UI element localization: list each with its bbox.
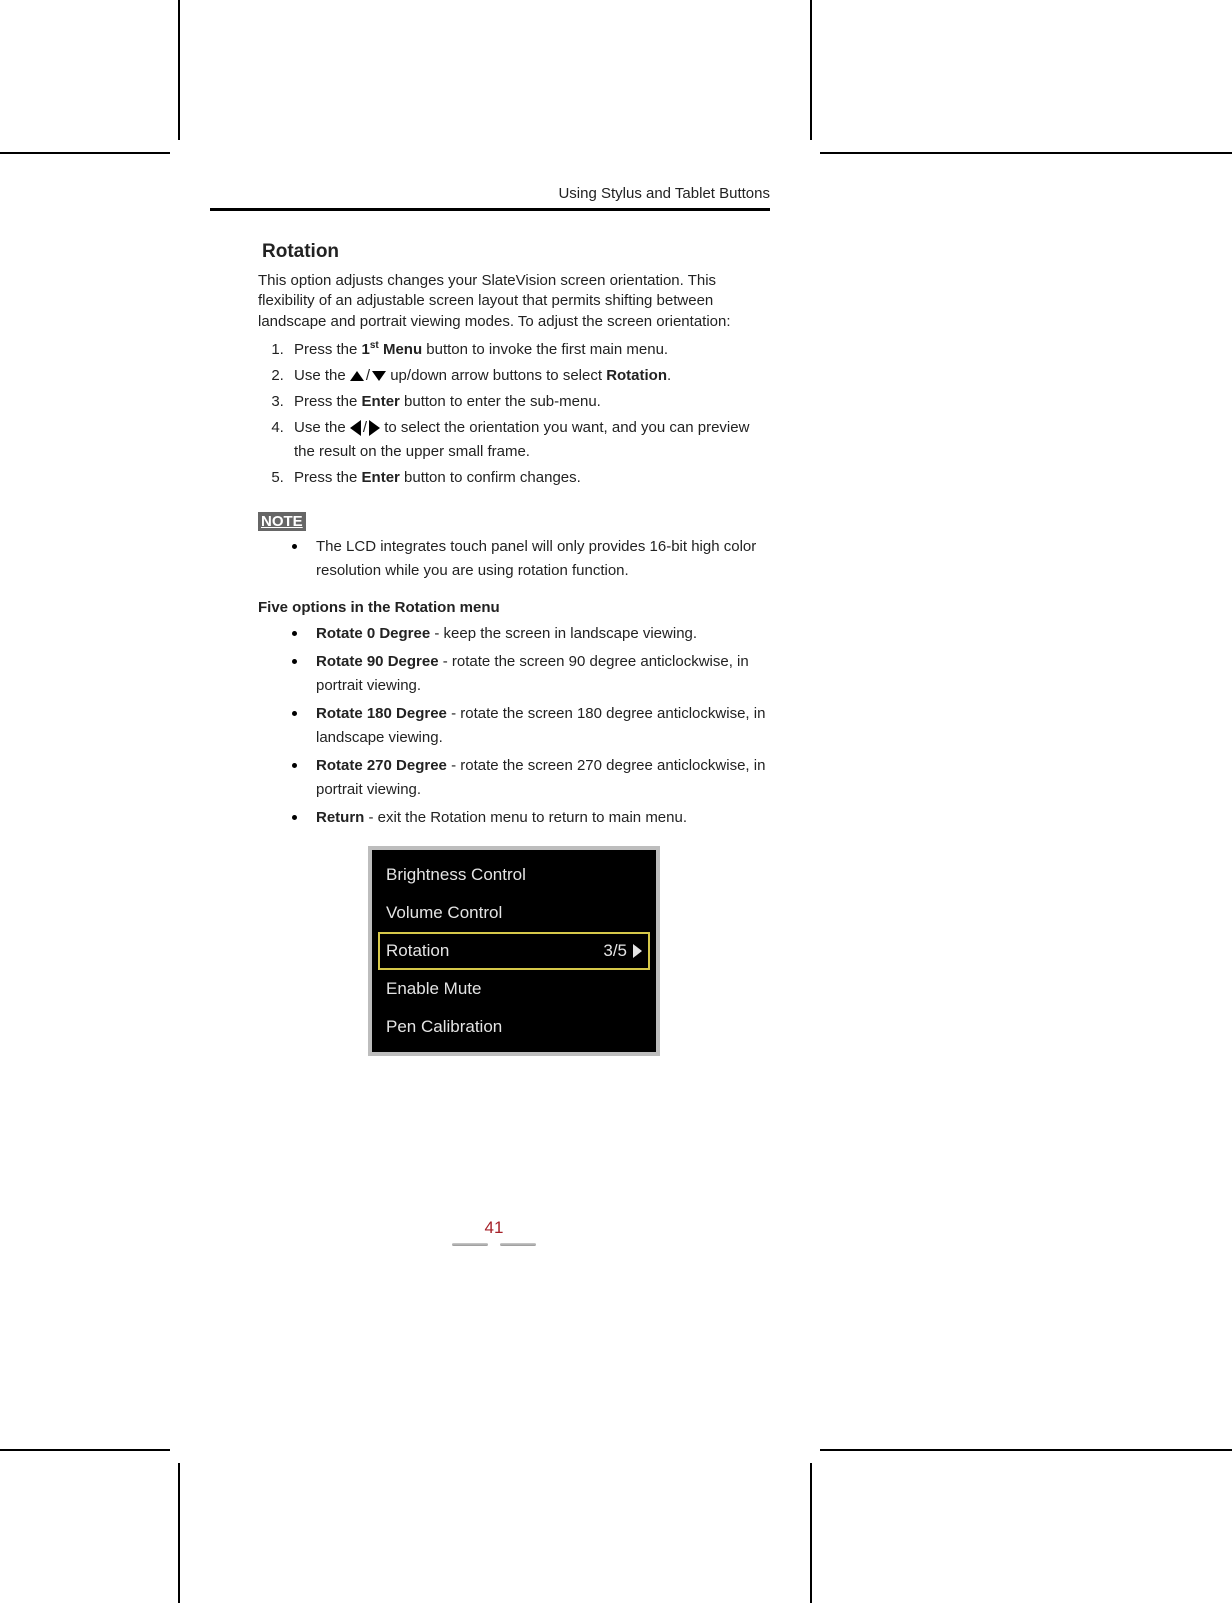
triangle-up-icon — [350, 371, 364, 381]
page-number: 41 — [178, 1218, 810, 1238]
section-title: Rotation — [262, 241, 770, 263]
option-item: Rotate 270 Degree - rotate the screen 27… — [288, 754, 770, 802]
text: Press the — [294, 341, 362, 358]
header-rule — [210, 208, 770, 211]
note-item: The LCD integrates touch panel will only… — [288, 535, 770, 583]
option-list: Rotate 0 Degree - keep the screen in lan… — [258, 622, 770, 830]
note-label: NOTE — [258, 512, 306, 531]
note-list: The LCD integrates touch panel will only… — [258, 535, 770, 583]
text: up/down arrow buttons to select — [390, 367, 606, 384]
menu-label: Enable Mute — [386, 979, 481, 999]
text: Return — [316, 809, 364, 826]
triangle-down-icon — [372, 371, 386, 381]
step-5: Press the Enter button to confirm change… — [288, 466, 770, 490]
option-item: Rotate 90 Degree - rotate the screen 90 … — [288, 650, 770, 698]
menu-row-volume[interactable]: Volume Control — [378, 894, 650, 932]
text: Press the — [294, 393, 362, 410]
menu-row-mute[interactable]: Enable Mute — [378, 970, 650, 1008]
chevron-right-icon — [633, 944, 642, 958]
option-item: Rotate 180 Degree - rotate the screen 18… — [288, 702, 770, 750]
text: button to enter the sub-menu. — [400, 393, 601, 410]
text: Use the — [294, 367, 350, 384]
text: - keep the screen in landscape viewing. — [430, 625, 697, 642]
step-2: Use the / up/down arrow buttons to selec… — [288, 364, 770, 388]
menu-row-pen[interactable]: Pen Calibration — [378, 1008, 650, 1046]
footer-ornament — [450, 1240, 538, 1248]
text: button to invoke the first main menu. — [422, 341, 668, 358]
text: Rotate 90 Degree — [316, 653, 439, 670]
text: Use the — [294, 419, 350, 436]
text: Enter — [362, 393, 400, 410]
device-menu: Brightness Control Volume Control Rotati… — [368, 846, 660, 1056]
text: 1 — [362, 341, 370, 358]
menu-label: Rotation — [386, 941, 449, 961]
menu-label: Brightness Control — [386, 865, 526, 885]
option-item: Return - exit the Rotation menu to retur… — [288, 806, 770, 830]
slash: / — [363, 416, 367, 440]
menu-label: Pen Calibration — [386, 1017, 502, 1037]
text: Rotate 0 Degree — [316, 625, 430, 642]
menu-row-brightness[interactable]: Brightness Control — [378, 856, 650, 894]
step-4: Use the / to select the orientation you … — [288, 416, 770, 464]
options-heading: Five options in the Rotation menu — [258, 599, 770, 616]
text: - exit the Rotation menu to return to ma… — [364, 809, 687, 826]
menu-indicator: 3/5 — [603, 941, 627, 961]
running-head: Using Stylus and Tablet Buttons — [258, 185, 770, 202]
text: Press the — [294, 469, 362, 486]
option-item: Rotate 0 Degree - keep the screen in lan… — [288, 622, 770, 646]
steps-list: Press the 1st Menu button to invoke the … — [258, 338, 770, 490]
text: button to confirm changes. — [400, 469, 581, 486]
triangle-left-icon — [350, 420, 361, 436]
text: Rotate 180 Degree — [316, 705, 447, 722]
step-3: Press the Enter button to enter the sub-… — [288, 390, 770, 414]
menu-row-rotation[interactable]: Rotation 3/5 — [378, 932, 650, 970]
triangle-right-icon — [369, 420, 380, 436]
slash: / — [366, 364, 370, 388]
text: st — [370, 340, 379, 351]
intro-paragraph: This option adjusts changes your SlateVi… — [258, 271, 770, 332]
text: Rotate 270 Degree — [316, 757, 447, 774]
step-1: Press the 1st Menu button to invoke the … — [288, 338, 770, 362]
menu-label: Volume Control — [386, 903, 502, 923]
text: Rotation — [606, 367, 667, 384]
text: Menu — [379, 341, 422, 358]
text: . — [667, 367, 671, 384]
text: Enter — [362, 469, 400, 486]
